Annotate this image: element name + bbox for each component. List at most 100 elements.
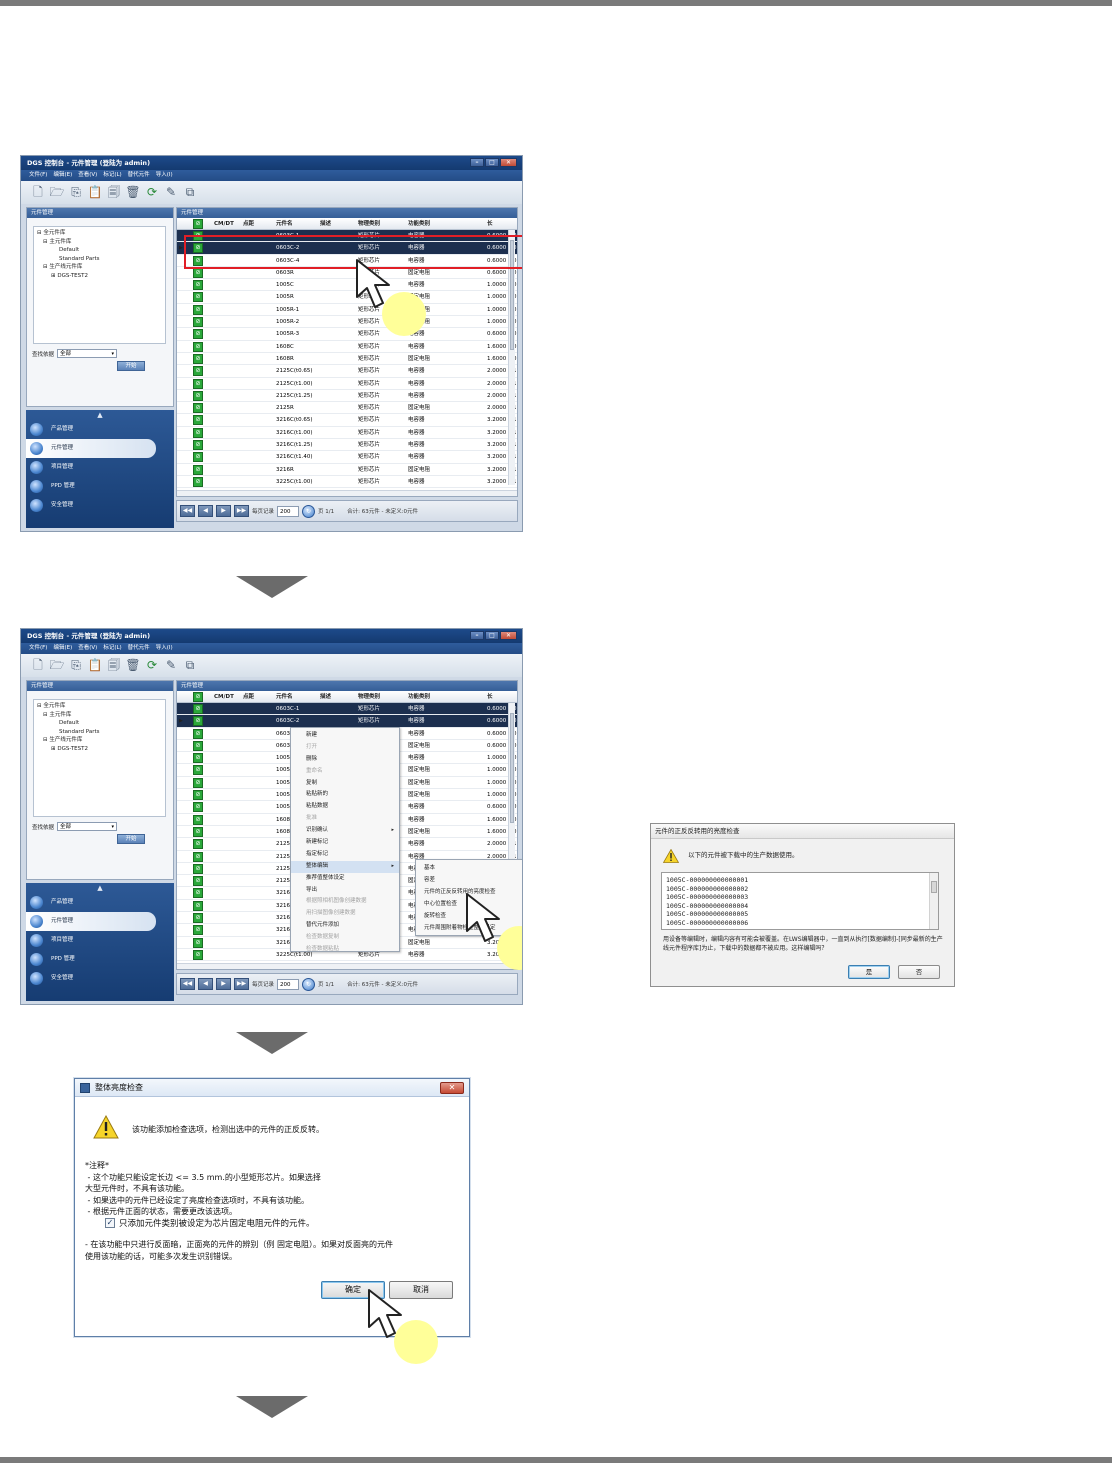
- col-desc[interactable]: 描述: [320, 691, 331, 703]
- table-row[interactable]: ⊘1005R矩形芯片固定电阻1.00000: [177, 291, 517, 304]
- menu-substitute[interactable]: 替代元件: [128, 170, 150, 181]
- next-page-button[interactable]: ▶: [216, 978, 231, 990]
- component-list[interactable]: 1005C-000000000000001 1005C-000000000000…: [661, 872, 939, 930]
- edit-icon[interactable]: ✎: [163, 657, 179, 674]
- close-button[interactable]: ✕: [500, 631, 517, 640]
- context-menu-item[interactable]: 根据照相机图像创建数据: [291, 896, 399, 908]
- context-menu-item[interactable]: 用扫描图像创建数据: [291, 908, 399, 920]
- first-page-button[interactable]: ◀◀: [180, 505, 195, 517]
- first-page-button[interactable]: ◀◀: [180, 978, 195, 990]
- dialog-close-button[interactable]: ✕: [440, 1082, 464, 1094]
- paste-icon[interactable]: 📋: [87, 184, 103, 201]
- minimize-button[interactable]: –: [470, 158, 484, 167]
- start-button[interactable]: 开始: [117, 834, 145, 844]
- menu-edit[interactable]: 编辑(E): [53, 643, 72, 654]
- delete-icon[interactable]: 🗐: [106, 184, 122, 201]
- context-menu-item[interactable]: 推荐值整体设定: [291, 873, 399, 885]
- nav-item[interactable]: 元件管理: [26, 912, 156, 931]
- col-name[interactable]: 元件名: [276, 218, 293, 230]
- menu-import[interactable]: 导入(I): [156, 643, 173, 654]
- tree-node[interactable]: ⊟ 生产线元件库: [37, 263, 162, 272]
- maximize-button[interactable]: □: [485, 158, 499, 167]
- refresh-icon[interactable]: ⟳: [144, 184, 160, 201]
- next-page-button[interactable]: ▶: [216, 505, 231, 517]
- context-menu-item[interactable]: 重命名: [291, 766, 399, 778]
- table-row[interactable]: ⊘3216C(t1.40)矩形芯片电容器3.20001: [177, 451, 517, 464]
- table-row[interactable]: ⊘1005R-2矩形芯片固定电阻1.00000: [177, 316, 517, 329]
- table-row[interactable]: ▶⊘0603C-2矩形芯片电容器0.60000: [177, 715, 517, 728]
- table-row[interactable]: ⊘2125R矩形芯片固定电阻2.00001: [177, 402, 517, 415]
- last-page-button[interactable]: ▶▶: [234, 505, 249, 517]
- close-button[interactable]: ✕: [500, 158, 517, 167]
- nav-item[interactable]: 产品管理: [26, 420, 174, 439]
- menu-view[interactable]: 查看(V): [78, 643, 97, 654]
- recycle-icon[interactable]: 🗑: [125, 657, 141, 674]
- table-row[interactable]: ⊘1005R-3矩形芯片电容器0.60000: [177, 328, 517, 341]
- menu-file[interactable]: 文件(F): [29, 643, 47, 654]
- open-folder-icon[interactable]: 🗁: [49, 184, 65, 201]
- horizontal-scrollbar[interactable]: [177, 490, 517, 496]
- col-physical[interactable]: 物理类别: [358, 691, 380, 703]
- menu-mark[interactable]: 标记(L): [103, 643, 121, 654]
- edit-icon[interactable]: ✎: [163, 184, 179, 201]
- context-menu-item[interactable]: 检查数据复制: [291, 932, 399, 944]
- chip-resistor-only-checkbox[interactable]: ✓ 只添加元件类别被设定为芯片固定电阻元件的元件。: [105, 1217, 315, 1229]
- nav-item[interactable]: 产品管理: [26, 893, 174, 912]
- table-row[interactable]: ⊘2125C(t1.25)矩形芯片电容器2.00001: [177, 390, 517, 403]
- col-function[interactable]: 功能类别: [408, 218, 430, 230]
- last-page-button[interactable]: ▶▶: [234, 978, 249, 990]
- context-menu-item[interactable]: 新建: [291, 730, 399, 742]
- context-menu-item[interactable]: 批准: [291, 813, 399, 825]
- tree-node[interactable]: ⊞ DGS-TEST2: [37, 745, 162, 754]
- context-menu-item[interactable]: 粘贴数据: [291, 801, 399, 813]
- col-pitch[interactable]: 点距: [243, 691, 254, 703]
- context-menu-item[interactable]: 导出: [291, 885, 399, 897]
- table-row[interactable]: ⊘2125C(t0.65)矩形芯片电容器2.00001: [177, 365, 517, 378]
- col-cmdt[interactable]: CM/DT: [214, 691, 234, 703]
- table-row[interactable]: ⊘2125C(t1.00)矩形芯片电容器2.00001: [177, 378, 517, 390]
- maximize-button[interactable]: □: [485, 631, 499, 640]
- page-size-input[interactable]: 200: [277, 505, 300, 517]
- open-folder-icon[interactable]: 🗁: [49, 657, 65, 674]
- context-menu-item[interactable]: 指定标记: [291, 849, 399, 861]
- table-row[interactable]: ⊘0603C-1矩形芯片电容器0.60000: [177, 703, 517, 716]
- nav-item[interactable]: PPD 管理: [26, 477, 174, 496]
- table-row[interactable]: ⊘3216C(t1.00)矩形芯片电容器3.20001: [177, 427, 517, 440]
- copy-icon[interactable]: ⎘: [68, 657, 84, 674]
- nav-item[interactable]: 项目管理: [26, 931, 174, 950]
- col-length[interactable]: 长: [487, 218, 493, 230]
- tree-node[interactable]: ⊞ DGS-TEST2: [37, 272, 162, 281]
- menu-file[interactable]: 文件(F): [29, 170, 47, 181]
- tree-node[interactable]: ⊟ 全元件库: [37, 229, 162, 238]
- new-icon[interactable]: 🗋: [30, 657, 46, 674]
- submenu-item[interactable]: 基本: [416, 862, 522, 874]
- import-icon[interactable]: ⧉: [182, 657, 198, 674]
- context-menu-item[interactable]: 粘贴新的: [291, 789, 399, 801]
- nav-item[interactable]: 安全管理: [26, 496, 174, 515]
- list-scrollbar[interactable]: [929, 873, 938, 929]
- copy-icon[interactable]: ⎘: [68, 184, 84, 201]
- tree-node[interactable]: ⊟ 主元件库: [37, 711, 162, 720]
- table-row[interactable]: ⊘3216C(t1.25)矩形芯片电容器3.20001: [177, 439, 517, 452]
- col-physical[interactable]: 物理类别: [358, 218, 380, 230]
- context-menu-item[interactable]: 检查数据粘贴: [291, 944, 399, 956]
- col-length[interactable]: 长: [487, 691, 493, 703]
- search-select[interactable]: 全部 ▾: [57, 349, 118, 358]
- menu-import[interactable]: 导入(I): [156, 170, 173, 181]
- tree-node[interactable]: ⊟ 全元件库: [37, 702, 162, 711]
- submenu-item[interactable]: 容差: [416, 874, 522, 886]
- col-cmdt[interactable]: CM/DT: [214, 218, 234, 230]
- paste-icon[interactable]: 📋: [87, 657, 103, 674]
- refresh-icon[interactable]: ⟳: [144, 657, 160, 674]
- nav-item[interactable]: 元件管理: [26, 439, 156, 458]
- nav-item[interactable]: PPD 管理: [26, 950, 174, 969]
- import-icon[interactable]: ⧉: [182, 184, 198, 201]
- table-row[interactable]: ⊘3216R矩形芯片固定电阻3.20001: [177, 464, 517, 476]
- menu-edit[interactable]: 编辑(E): [53, 170, 72, 181]
- table-row[interactable]: ⊘3216C(t0.65)矩形芯片电容器3.20001: [177, 414, 517, 427]
- menu-mark[interactable]: 标记(L): [103, 170, 121, 181]
- go-icon[interactable]: ↻: [302, 504, 316, 518]
- menu-view[interactable]: 查看(V): [78, 170, 97, 181]
- context-menu-item[interactable]: 识别确认 ▸: [291, 825, 399, 837]
- tree-node[interactable]: Default: [37, 719, 162, 728]
